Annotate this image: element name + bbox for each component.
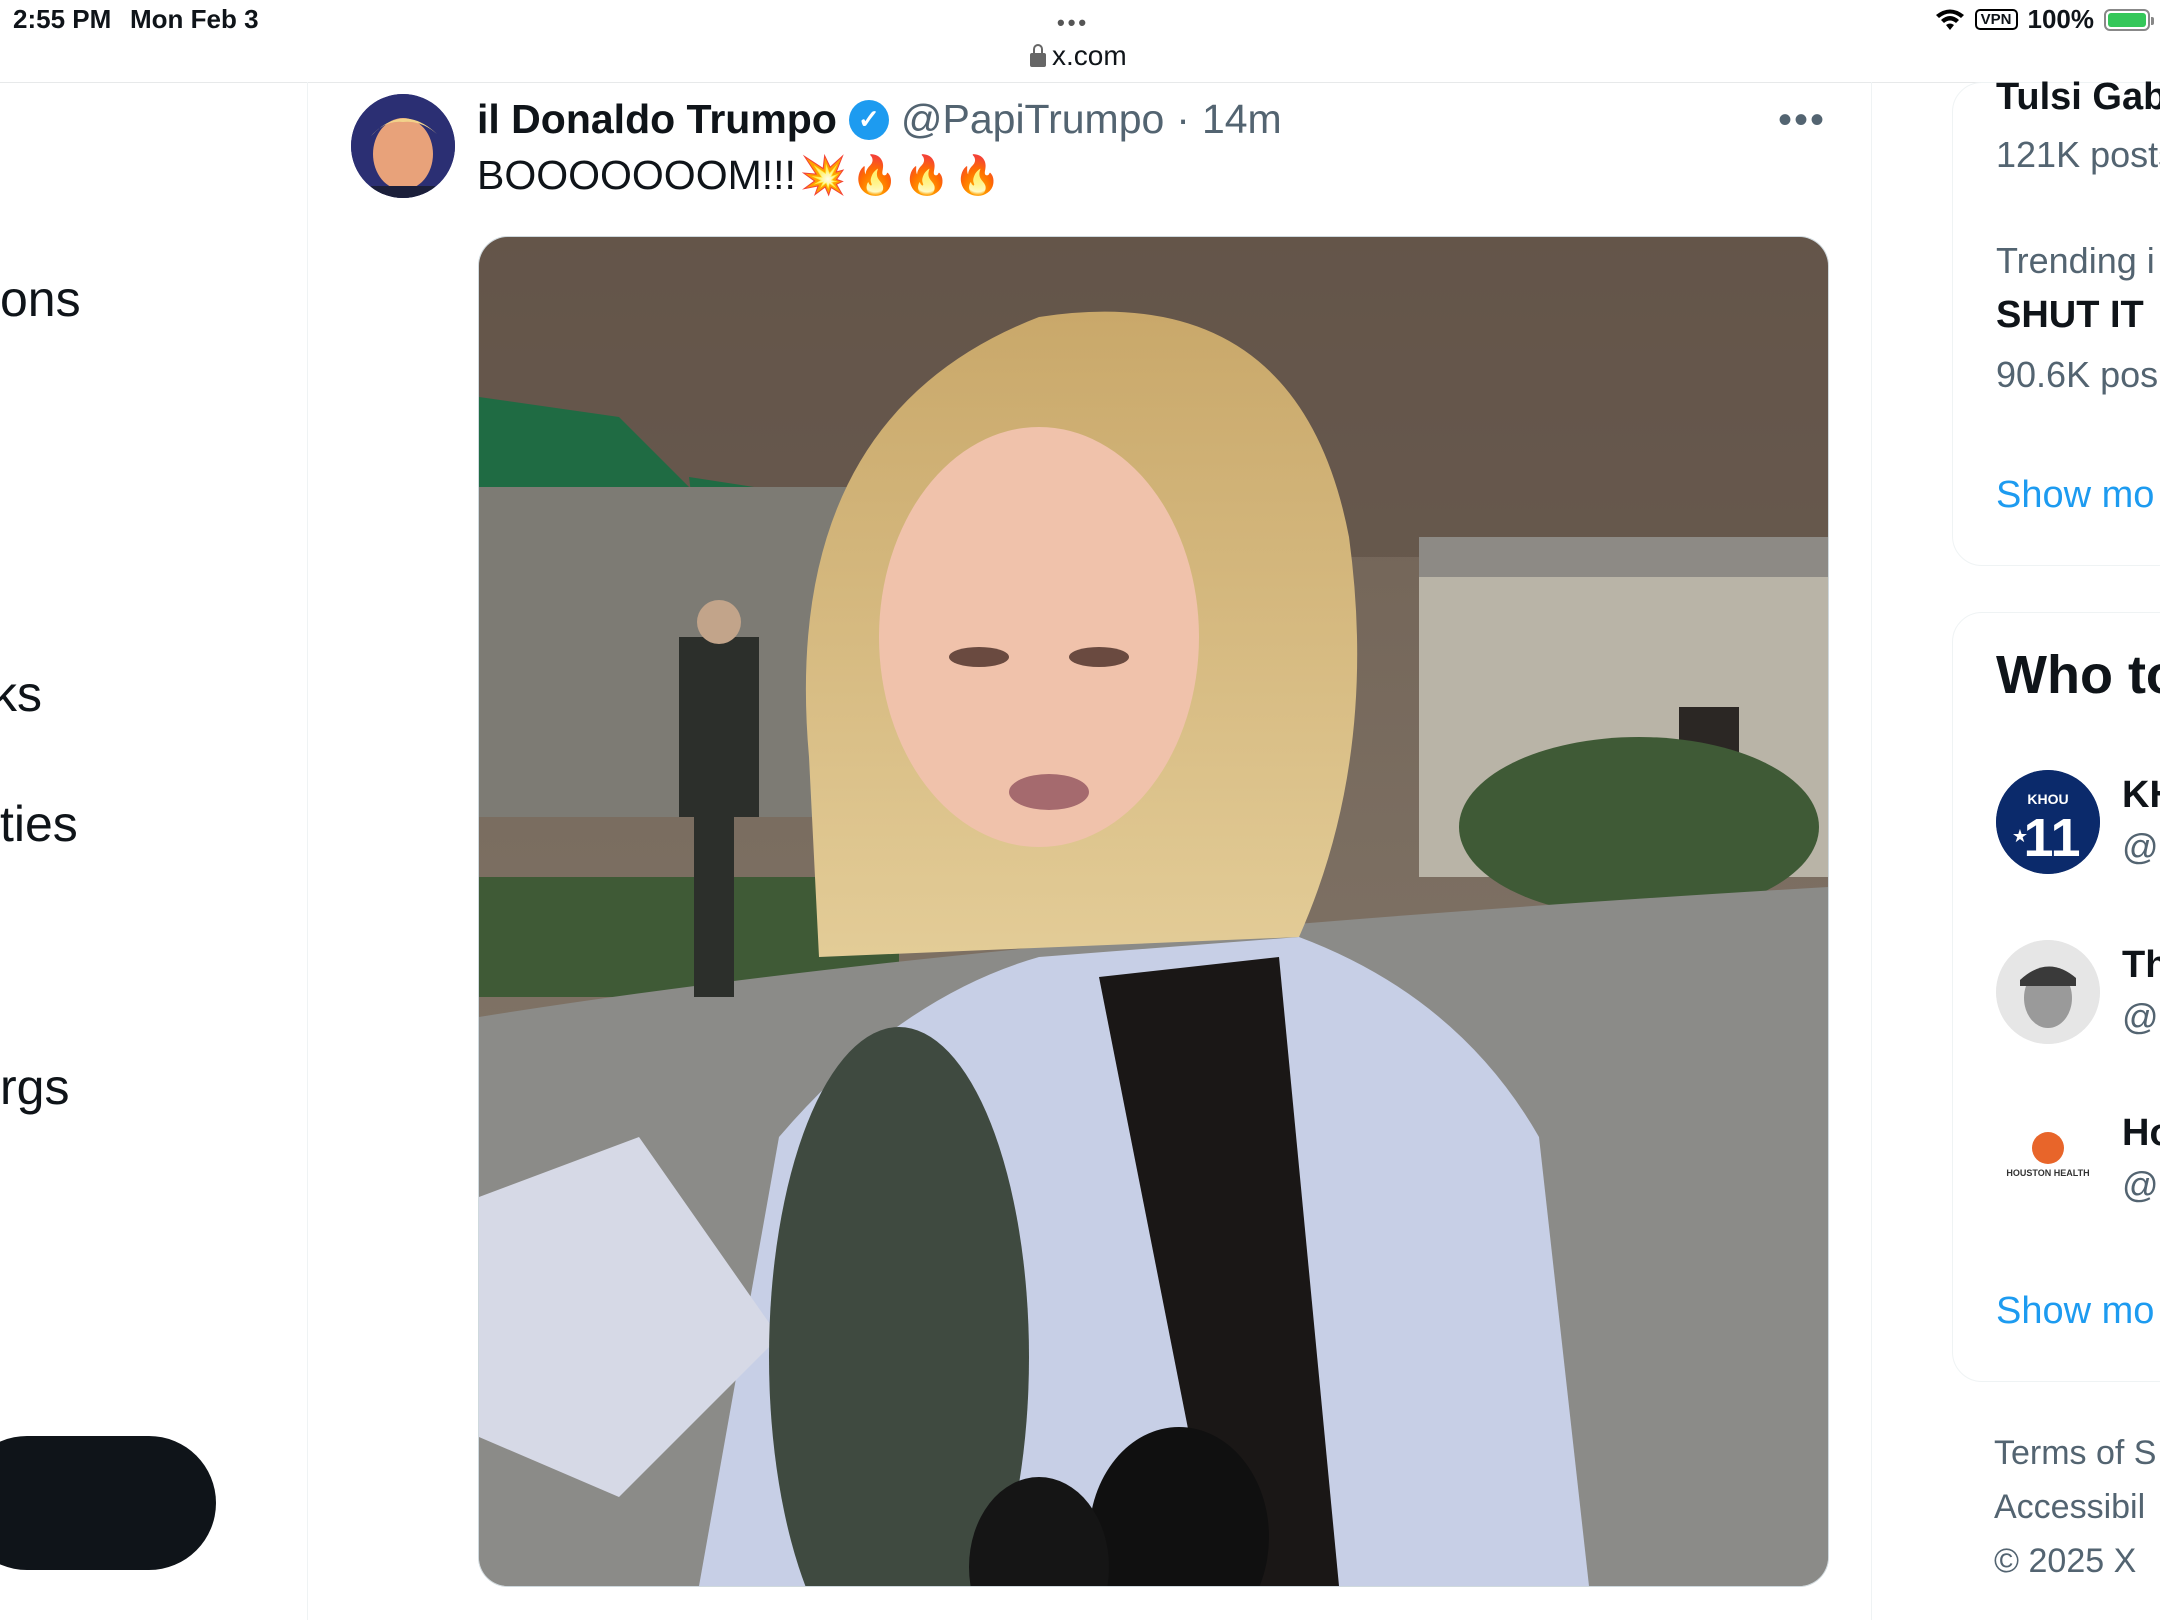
more-options-icon[interactable]: ••• bbox=[1778, 98, 1826, 143]
lock-icon bbox=[1030, 44, 1046, 67]
account-name-1[interactable]: Th bbox=[2122, 944, 2160, 987]
verified-badge-icon: ✓ bbox=[848, 99, 889, 140]
account-handle-1: @ bbox=[2122, 996, 2159, 1037]
svg-text:11: 11 bbox=[2023, 808, 2080, 868]
footer-accessibility-link[interactable]: Accessibil bbox=[1994, 1488, 2145, 1527]
trend-top-count: 121K posts bbox=[1996, 134, 2160, 175]
url-text: x.com bbox=[1052, 40, 1127, 71]
tweet-time[interactable]: 14m bbox=[1202, 96, 1282, 143]
fire-emoji: 🔥 bbox=[953, 154, 1002, 197]
account-avatar-2[interactable] bbox=[1996, 940, 2100, 1044]
divider-left bbox=[307, 82, 308, 1620]
who-to-follow-title: Who to bbox=[1996, 645, 2160, 705]
account-avatar-khou[interactable]: KHOU 11 ★ bbox=[1996, 770, 2100, 874]
footer-terms-link[interactable]: Terms of S bbox=[1994, 1434, 2156, 1473]
footer-copyright: © 2025 X bbox=[1994, 1542, 2137, 1580]
fire-emoji: 🔥 bbox=[851, 154, 899, 197]
tweet-text: BOOOOOOOM!!! 💥 🔥 🔥 🔥 bbox=[477, 152, 1001, 199]
account-avatar-houston-health[interactable]: HOUSTON HEALTH bbox=[1996, 1108, 2100, 1212]
status-date: Mon Feb 3 bbox=[130, 4, 259, 34]
account-handle-2: @ bbox=[2122, 1164, 2159, 1205]
fire-emoji: 🔥 bbox=[902, 154, 950, 197]
tweet-text-body: BOOOOOOOM!!! bbox=[477, 152, 796, 198]
account-handle-0: @ bbox=[2122, 826, 2159, 867]
trend-title[interactable]: SHUT IT bbox=[1996, 294, 2144, 337]
nav-item-0[interactable]: ons bbox=[0, 270, 81, 328]
trend-top-title[interactable]: Tulsi Gab bbox=[1996, 76, 2160, 119]
trends-show-more[interactable]: Show mo bbox=[1996, 474, 2154, 517]
who-to-follow-show-more[interactable]: Show mo bbox=[1996, 1290, 2154, 1333]
trending-label: Trending i bbox=[1996, 240, 2155, 281]
status-bar: 2:55 PM Mon Feb 3 ••• x.com VPN 100% bbox=[0, 0, 2160, 83]
collision-emoji: 💥 bbox=[799, 154, 848, 197]
author-name[interactable]: il Donaldo Trumpo bbox=[477, 96, 837, 143]
battery-icon bbox=[2104, 8, 2154, 31]
divider-right bbox=[1871, 82, 1872, 1620]
nav-item-3[interactable]: rgs bbox=[0, 1058, 69, 1116]
trend-count: 90.6K pos bbox=[1996, 354, 2159, 395]
account-name-0[interactable]: KH bbox=[2122, 774, 2160, 817]
separator-dot: · bbox=[1176, 96, 1190, 142]
tab-options-dots[interactable]: ••• bbox=[1057, 10, 1089, 36]
vpn-badge: VPN bbox=[1974, 9, 2018, 30]
account-name-2[interactable]: Ho bbox=[2122, 1112, 2160, 1155]
nav-item-1[interactable]: ks bbox=[0, 665, 42, 723]
battery-percent: 100% bbox=[2027, 4, 2095, 34]
svg-text:HOUSTON HEALTH: HOUSTON HEALTH bbox=[2006, 1168, 2089, 1178]
address-bar[interactable]: x.com bbox=[1030, 40, 1127, 72]
svg-text:KHOU: KHOU bbox=[2027, 791, 2068, 807]
author-avatar[interactable] bbox=[351, 94, 455, 198]
post-button[interactable] bbox=[0, 1436, 216, 1570]
status-icons: VPN 100% bbox=[1935, 4, 2154, 35]
wifi-icon bbox=[1935, 9, 1964, 30]
nav-item-2[interactable]: ties bbox=[0, 795, 78, 853]
svg-text:★: ★ bbox=[2012, 826, 2028, 847]
author-handle[interactable]: @PapiTrumpo bbox=[901, 96, 1164, 143]
tweet-media-video[interactable] bbox=[478, 236, 1829, 1587]
status-time: 2:55 PM bbox=[13, 4, 112, 34]
tweet-author-line: il Donaldo Trumpo ✓ @PapiTrumpo · 14m bbox=[477, 96, 1282, 143]
